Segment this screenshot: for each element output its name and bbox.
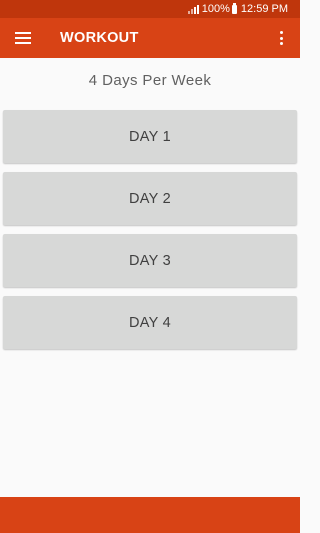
status-time: 12:59 PM	[240, 3, 288, 15]
day-1-button[interactable]: DAY 1	[3, 110, 297, 163]
day-list: DAY 1 DAY 2 DAY 3 DAY 4	[3, 110, 297, 358]
battery-percentage: 100%	[201, 3, 230, 15]
signal-icon	[187, 4, 199, 14]
app-bar: WORKOUT	[0, 18, 300, 58]
page-subtitle: 4 Days Per Week	[88, 72, 212, 89]
status-bar: 100% 12:59 PM	[0, 0, 300, 18]
menu-icon[interactable]	[15, 32, 31, 44]
app-title: WORKOUT	[60, 30, 139, 46]
day-4-button[interactable]: DAY 4	[3, 296, 297, 349]
battery-icon	[231, 2, 237, 14]
day-2-button[interactable]: DAY 2	[3, 172, 297, 225]
overflow-menu-icon[interactable]	[279, 31, 283, 45]
day-3-button[interactable]: DAY 3	[3, 234, 297, 287]
bottom-bar	[0, 497, 300, 533]
